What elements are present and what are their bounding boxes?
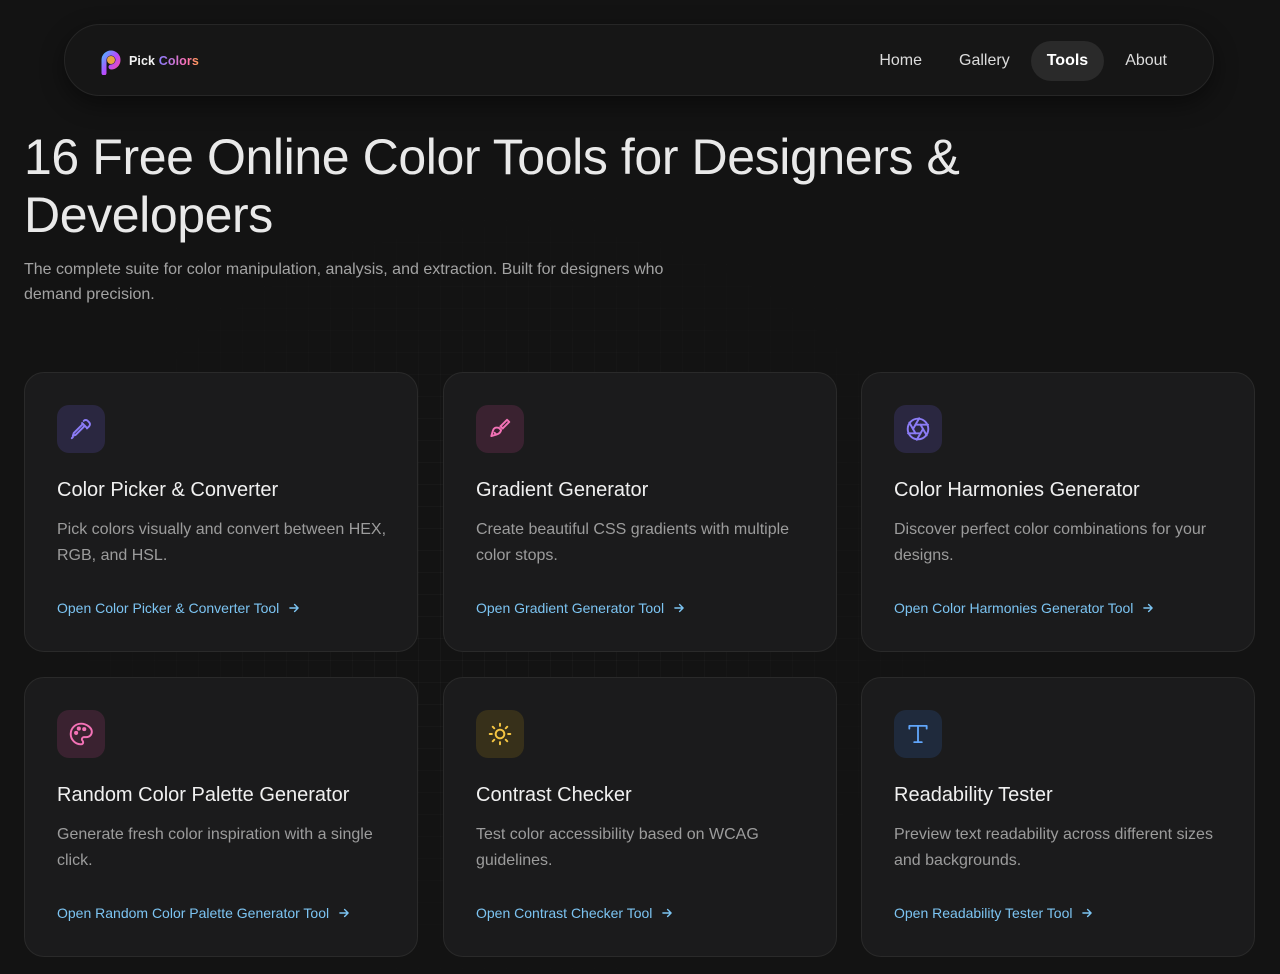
arrow-right-icon	[674, 603, 684, 613]
aperture-icon	[894, 405, 942, 453]
arrow-right-icon	[1143, 603, 1154, 613]
open-tool-link-label: Open Color Harmonies Generator Tool	[894, 600, 1134, 616]
tool-card-contrast-checker[interactable]: Contrast Checker Test color accessibilit…	[443, 677, 837, 957]
tool-card-description: Generate fresh color inspiration with a …	[57, 826, 373, 869]
brand-name: Pick Colors	[129, 54, 199, 68]
tool-card-description: Create beautiful CSS gradients with mult…	[476, 521, 790, 564]
tool-card-description: Preview text readability across differen…	[894, 826, 1213, 869]
nav-gallery[interactable]: Gallery	[943, 41, 1026, 81]
open-tool-link[interactable]: Open Readability Tester Tool	[894, 905, 1094, 921]
arrow-right-icon	[662, 908, 673, 918]
type-icon	[894, 710, 942, 758]
open-tool-link-label: Open Random Color Palette Generator Tool	[57, 905, 330, 921]
tool-card-title: Color Picker & Converter	[57, 479, 279, 501]
palette-icon	[57, 710, 105, 758]
open-tool-link-label: Open Color Picker & Converter Tool	[57, 600, 280, 616]
top-navbar: Pick Colors Home Gallery Tools About	[64, 24, 1214, 96]
tool-card-description: Pick colors visually and convert between…	[57, 521, 387, 564]
brand-name-part1: Pick	[129, 54, 156, 68]
tool-card-description: Test color accessibility based on WCAG g…	[476, 826, 759, 869]
open-tool-link-label: Open Contrast Checker Tool	[476, 905, 653, 921]
arrow-right-icon	[339, 908, 349, 918]
open-tool-link[interactable]: Open Color Picker & Converter Tool	[57, 600, 301, 616]
nav-tools[interactable]: Tools	[1030, 41, 1105, 81]
tool-card-color-picker[interactable]: Color Picker & Converter Pick colors vis…	[24, 372, 418, 652]
tool-card-title: Color Harmonies Generator	[894, 479, 1140, 501]
open-tool-link[interactable]: Open Contrast Checker Tool	[476, 905, 674, 921]
tool-card-gradient-generator[interactable]: Gradient Generator Create beautiful CSS …	[443, 372, 837, 652]
nav-about[interactable]: About	[1109, 41, 1183, 81]
tool-card-title: Random Color Palette Generator	[57, 784, 350, 806]
main-nav: Home Gallery Tools About	[863, 41, 1183, 81]
open-tool-link[interactable]: Open Gradient Generator Tool	[476, 600, 686, 616]
tool-card-title: Contrast Checker	[476, 784, 632, 806]
eyedropper-icon	[57, 405, 105, 453]
tool-card-title: Readability Tester	[894, 784, 1053, 806]
page-title: 16 Free Online Color Tools for Designers…	[24, 129, 960, 243]
open-tool-link[interactable]: Open Color Harmonies Generator Tool	[894, 600, 1155, 616]
tool-card-title: Gradient Generator	[476, 479, 649, 501]
tool-card-readability-tester[interactable]: Readability Tester Preview text readabil…	[861, 677, 1255, 957]
tool-card-description: Discover perfect color combinations for …	[894, 521, 1207, 564]
arrow-right-icon	[1082, 908, 1093, 918]
open-tool-link-label: Open Readability Tester Tool	[894, 905, 1073, 921]
tool-card-color-harmonies[interactable]: Color Harmonies Generator Discover perfe…	[861, 372, 1255, 652]
open-tool-link[interactable]: Open Random Color Palette Generator Tool	[57, 905, 351, 921]
brand-name-part2: Colors	[158, 54, 199, 68]
nav-home[interactable]: Home	[863, 41, 938, 81]
page-subtitle: The complete suite for color manipulatio…	[24, 261, 664, 303]
open-tool-link-label: Open Gradient Generator Tool	[476, 600, 665, 616]
sun-icon	[476, 710, 524, 758]
tool-card-random-palette[interactable]: Random Color Palette Generator Generate …	[24, 677, 418, 957]
paintbrush-icon	[476, 405, 524, 453]
logo-mark-icon	[101, 50, 121, 75]
arrow-right-icon	[289, 603, 300, 613]
brand-logo[interactable]: Pick Colors	[97, 47, 199, 75]
